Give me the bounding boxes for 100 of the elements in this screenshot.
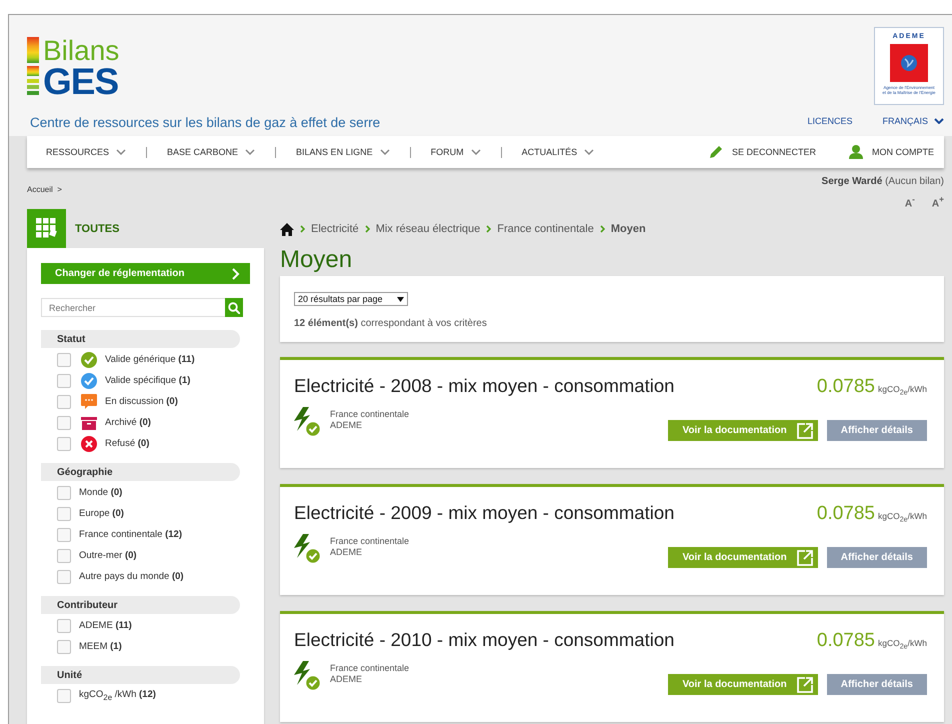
nav-menu-item[interactable]: ACTUALITÉS [522,147,594,157]
search-icon [228,302,240,314]
filter-group-header: Géographie [41,463,240,481]
increase-font-button[interactable]: A$^{+}$ [932,194,944,210]
filter-group-header: Unité [41,666,240,684]
logout-link[interactable]: SE DECONNECTER [708,145,816,159]
card-location: France continentale [330,409,410,420]
globe-icon [900,54,918,72]
chevron-down-icon [116,149,126,155]
filter-option-label[interactable]: kgCO$_{2e}$ /kWh (12) [79,689,156,702]
language-dropdown[interactable]: FRANÇAIS [882,116,944,126]
pencil-icon [708,145,723,159]
checkbox[interactable] [57,640,71,654]
checkbox[interactable] [57,394,71,408]
category-label: TOUTES [75,222,120,234]
card-location: France continentale [330,663,410,674]
filter-option-label[interactable]: Europe (0) [79,508,124,519]
home-icon[interactable] [280,222,294,236]
filter-option-label[interactable]: ADEME (11) [79,620,132,631]
filter-option-label[interactable]: Autre pays du monde (0) [79,571,184,582]
filter-option-label[interactable]: Valide spécifique (1) [105,375,190,386]
results-count: 12 élément(s) correspondant à vos critères [294,318,488,329]
card-source: ADEME [330,674,364,685]
filter-group-header: Contributeur [41,596,240,614]
speech-bubble-icon [81,394,97,409]
licences-link[interactable]: LICENCES [807,116,852,126]
checkbox[interactable] [57,618,71,632]
card-title[interactable]: Electricité - 2008 - mix moyen - consommation [294,375,674,397]
external-link-icon [796,422,813,438]
lightning-check-icon [294,661,322,692]
external-link-icon [796,550,813,566]
filter-option-label[interactable]: Monde (0) [79,487,122,498]
checkbox[interactable] [57,528,71,542]
filter-option-label[interactable]: Refusé (0) [105,438,150,449]
emission-value: 0.0785 [816,503,876,525]
check-circle-icon [81,372,97,388]
checkbox[interactable] [57,688,71,702]
cross-circle-icon [81,436,97,452]
chevron-right-icon [486,225,492,233]
filter-option-label[interactable]: France continentale (12) [79,529,182,540]
grid-icon [36,218,57,239]
breadcrumb-link[interactable]: France continentale [497,223,594,235]
chevron-down-icon [470,149,481,155]
emission-unit: kgCO$_{2e}$/kWh [878,638,927,651]
chevron-right-icon [600,225,605,233]
card-title[interactable]: Electricité - 2009 - mix moyen - consommation [294,502,674,524]
search-button[interactable] [225,298,243,317]
logo-bars-icon [27,37,39,95]
filter-option-label[interactable]: Archivé (0) [105,417,151,428]
dropdown-arrow-icon [396,296,404,302]
breadcrumb-current: Moyen [610,223,646,235]
checkbox[interactable] [57,436,71,450]
per-page-select[interactable]: 20 résultats par page [294,292,408,306]
emission-value: 0.0785 [816,376,876,398]
nav-menu-item[interactable]: RESSOURCES [46,147,126,157]
filter-option-label[interactable]: Outre-mer (0) [79,550,137,561]
box-icon [81,416,97,430]
person-icon [849,145,863,159]
chevron-right-icon [364,225,370,233]
search-field[interactable]: Rechercher [41,298,225,317]
page-title: Moyen [280,247,354,273]
category-tile[interactable] [27,209,66,248]
card-source: ADEME [330,547,364,558]
logo-title: Bilans [43,37,120,65]
chevron-right-icon [300,225,305,233]
breadcrumb-link[interactable]: Accueil > [27,185,62,209]
filter-option-label[interactable]: Valide générique (11) [105,354,195,365]
checkbox[interactable] [57,548,71,562]
account-link[interactable]: MON COMPTE [849,145,934,159]
nav-menu-item[interactable]: FORUM [430,147,481,157]
check-circle-icon [81,352,97,368]
checkbox[interactable] [57,416,71,430]
chevron-down-icon [380,149,390,155]
decrease-font-button[interactable]: A$^{-}$ [904,194,915,210]
checkbox[interactable] [57,486,71,500]
emission-unit: kgCO$_{2e}$/kWh [878,384,927,397]
chevron-right-icon [232,268,240,280]
lightning-check-icon [294,407,322,438]
breadcrumb-link[interactable]: Electricité [311,223,359,235]
logo-title: GES [43,63,120,95]
chevron-down-icon [584,149,594,155]
lightning-check-icon [294,534,322,565]
checkbox[interactable] [57,506,71,520]
checkbox[interactable] [57,374,71,388]
card-source: ADEME [330,420,364,431]
site-tagline: Centre de ressources sur les bilans de gaz à effet de serre [30,115,380,130]
chevron-down-icon [245,149,256,155]
filter-option-label[interactable]: En discussion (0) [105,396,178,407]
breadcrumb-link[interactable]: Mix réseau électrique [376,223,480,235]
nav-menu-item[interactable]: BILANS EN LIGNE [296,147,390,157]
filter-option-label[interactable]: MEEM (1) [79,641,122,652]
chevron-down-icon [934,118,944,124]
nav-menu-item[interactable]: BASE CARBONE [167,147,256,157]
filter-group-header: Statut [41,330,240,348]
emission-value: 0.0785 [816,630,876,652]
card-location: France continentale [330,536,410,547]
card-title[interactable]: Electricité - 2010 - mix moyen - consommation [294,629,674,651]
external-link-icon [796,676,813,692]
checkbox[interactable] [57,570,71,584]
checkbox[interactable] [57,352,71,366]
